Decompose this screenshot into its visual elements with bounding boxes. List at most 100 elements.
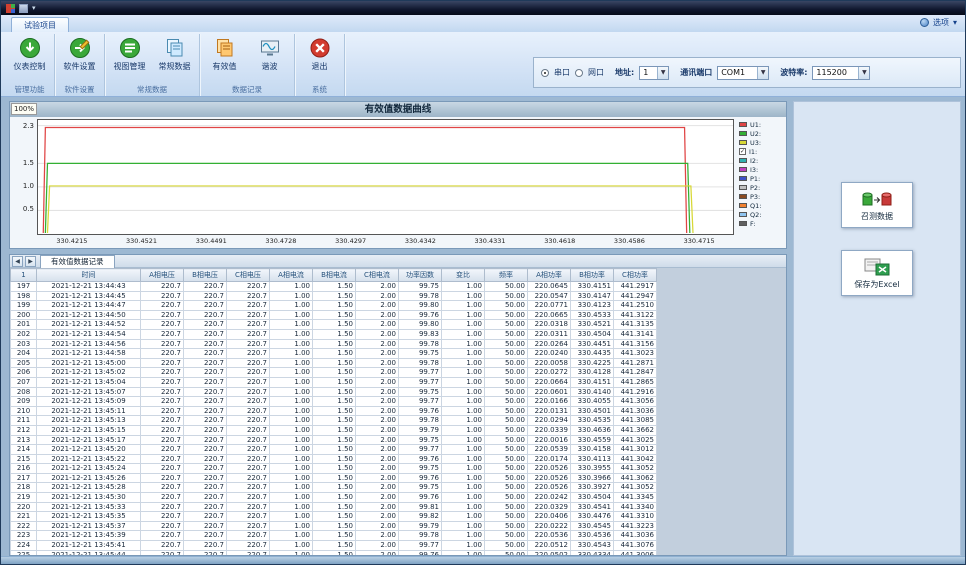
value-cell[interactable]: 99.80 [399, 320, 442, 330]
time-cell[interactable]: 2021-12-21 13:45:04 [37, 377, 141, 387]
value-cell[interactable]: 330.4435 [571, 349, 614, 359]
legend-checkbox[interactable]: ✓ [739, 148, 746, 155]
legend-item-u3[interactable]: U3: [739, 138, 785, 147]
value-cell[interactable]: 220.7 [184, 464, 227, 474]
row-index-cell[interactable]: 208 [11, 387, 37, 397]
time-cell[interactable]: 2021-12-21 13:45:33 [37, 502, 141, 512]
legend-item-i3[interactable]: I3: [739, 165, 785, 174]
value-cell[interactable]: 441.2947 [614, 291, 657, 301]
value-cell[interactable]: 99.76 [399, 493, 442, 503]
time-cell[interactable]: 2021-12-21 13:45:15 [37, 425, 141, 435]
table-row[interactable]: 2042021-12-21 13:44:58220.7220.7220.71.0… [11, 349, 657, 359]
value-cell[interactable]: 220.7 [184, 493, 227, 503]
table-row[interactable]: 2242021-12-21 13:45:41220.7220.7220.71.0… [11, 541, 657, 551]
value-cell[interactable]: 441.2917 [614, 282, 657, 292]
value-cell[interactable]: 220.0601 [528, 387, 571, 397]
value-cell[interactable]: 220.0771 [528, 301, 571, 311]
value-cell[interactable]: 2.00 [356, 473, 399, 483]
fetch-data-button[interactable]: 召测数据 [841, 182, 913, 228]
value-cell[interactable]: 99.78 [399, 358, 442, 368]
value-cell[interactable]: 330.4543 [571, 541, 614, 551]
time-cell[interactable]: 2021-12-21 13:44:50 [37, 310, 141, 320]
value-cell[interactable]: 220.7 [227, 377, 270, 387]
value-cell[interactable]: 220.7 [141, 512, 184, 522]
legend-item-i2[interactable]: I2: [739, 156, 785, 165]
value-cell[interactable]: 1.50 [313, 550, 356, 555]
value-cell[interactable]: 1.00 [270, 349, 313, 359]
value-cell[interactable]: 1.00 [442, 541, 485, 551]
value-cell[interactable]: 50.00 [485, 397, 528, 407]
value-cell[interactable]: 330.3966 [571, 473, 614, 483]
value-cell[interactable]: 220.7 [184, 531, 227, 541]
value-cell[interactable]: 220.7 [141, 320, 184, 330]
value-cell[interactable]: 50.00 [485, 387, 528, 397]
value-cell[interactable]: 2.00 [356, 320, 399, 330]
value-cell[interactable]: 220.7 [227, 493, 270, 503]
legend-item-p1[interactable]: P1: [739, 174, 785, 183]
table-row[interactable]: 2102021-12-21 13:45:11220.7220.7220.71.0… [11, 406, 657, 416]
save-excel-button[interactable]: 保存为Excel [841, 250, 913, 296]
serial-radio[interactable] [541, 69, 549, 77]
net-radio[interactable] [575, 69, 583, 77]
value-cell[interactable]: 220.7 [184, 512, 227, 522]
value-cell[interactable]: 330.4147 [571, 291, 614, 301]
value-cell[interactable]: 99.78 [399, 531, 442, 541]
value-cell[interactable]: 1.00 [270, 397, 313, 407]
value-cell[interactable]: 220.7 [227, 291, 270, 301]
tab-scroll-left-button[interactable]: ◀ [12, 256, 23, 267]
value-cell[interactable]: 50.00 [485, 454, 528, 464]
value-cell[interactable]: 1.00 [270, 502, 313, 512]
row-index-cell[interactable]: 200 [11, 310, 37, 320]
value-cell[interactable]: 50.00 [485, 282, 528, 292]
value-cell[interactable]: 220.7 [141, 291, 184, 301]
row-index-cell[interactable]: 224 [11, 541, 37, 551]
value-cell[interactable]: 1.50 [313, 329, 356, 339]
time-cell[interactable]: 2021-12-21 13:45:07 [37, 387, 141, 397]
value-cell[interactable]: 1.00 [442, 531, 485, 541]
value-cell[interactable]: 330.4225 [571, 358, 614, 368]
value-cell[interactable]: 50.00 [485, 310, 528, 320]
value-cell[interactable]: 441.3036 [614, 406, 657, 416]
value-cell[interactable]: 220.0240 [528, 349, 571, 359]
value-cell[interactable]: 220.0502 [528, 550, 571, 555]
value-cell[interactable]: 330.4504 [571, 329, 614, 339]
value-cell[interactable]: 220.0166 [528, 397, 571, 407]
value-cell[interactable]: 220.7 [227, 550, 270, 555]
time-cell[interactable]: 2021-12-21 13:45:09 [37, 397, 141, 407]
value-cell[interactable]: 441.2510 [614, 301, 657, 311]
value-cell[interactable]: 1.00 [442, 329, 485, 339]
value-cell[interactable]: 1.50 [313, 301, 356, 311]
value-cell[interactable]: 441.3006 [614, 550, 657, 555]
value-cell[interactable]: 50.00 [485, 502, 528, 512]
row-index-cell[interactable]: 210 [11, 406, 37, 416]
row-index-cell[interactable]: 209 [11, 397, 37, 407]
value-cell[interactable]: 1.50 [313, 445, 356, 455]
value-cell[interactable]: 50.00 [485, 368, 528, 378]
value-cell[interactable]: 1.00 [270, 512, 313, 522]
value-cell[interactable]: 50.00 [485, 512, 528, 522]
value-cell[interactable]: 1.50 [313, 358, 356, 368]
value-cell[interactable]: 1.00 [442, 310, 485, 320]
value-cell[interactable]: 220.7 [184, 358, 227, 368]
value-cell[interactable]: 330.4151 [571, 377, 614, 387]
row-index-cell[interactable]: 212 [11, 425, 37, 435]
value-cell[interactable]: 441.3122 [614, 310, 657, 320]
col-header-index[interactable]: 1 [11, 269, 37, 282]
value-cell[interactable]: 99.78 [399, 291, 442, 301]
value-cell[interactable]: 2.00 [356, 425, 399, 435]
value-cell[interactable]: 441.3025 [614, 435, 657, 445]
table-row[interactable]: 2012021-12-21 13:44:52220.7220.7220.71.0… [11, 320, 657, 330]
value-cell[interactable]: 220.7 [227, 282, 270, 292]
time-cell[interactable]: 2021-12-21 13:44:43 [37, 282, 141, 292]
value-cell[interactable]: 1.00 [270, 406, 313, 416]
value-cell[interactable]: 99.76 [399, 550, 442, 555]
row-index-cell[interactable]: 205 [11, 358, 37, 368]
table-row[interactable]: 2182021-12-21 13:45:28220.7220.7220.71.0… [11, 483, 657, 493]
value-cell[interactable]: 220.7 [141, 368, 184, 378]
value-cell[interactable]: 220.7 [184, 387, 227, 397]
value-cell[interactable]: 1.50 [313, 464, 356, 474]
value-cell[interactable]: 1.00 [270, 493, 313, 503]
value-cell[interactable]: 220.7 [184, 483, 227, 493]
value-cell[interactable]: 1.00 [442, 368, 485, 378]
value-cell[interactable]: 220.7 [184, 349, 227, 359]
